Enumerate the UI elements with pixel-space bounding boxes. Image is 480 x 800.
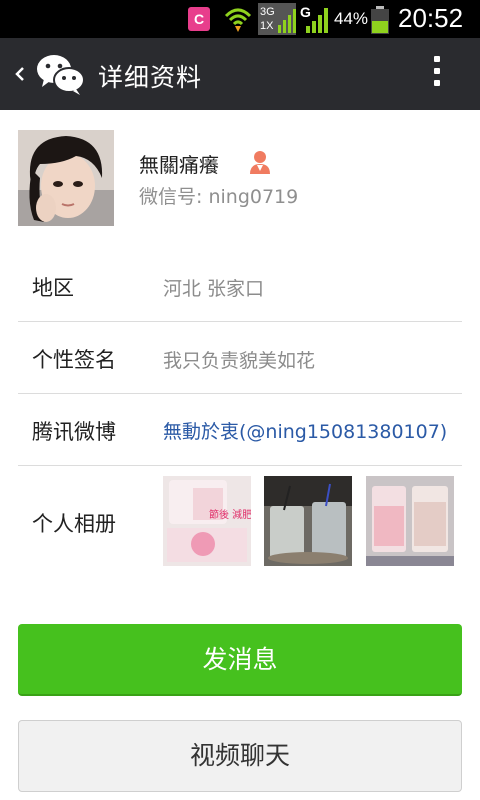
wechat-id-value: ning0719 [208,186,299,208]
signature-label: 个性签名 [32,348,116,372]
wechat-logo-icon [37,55,85,95]
region-label: 地区 [32,276,74,300]
detail-row-weibo[interactable]: 腾讯微博 無動於衷(@ning15081380107) [18,394,462,466]
wifi-icon [224,8,252,32]
svg-text:1X: 1X [260,20,274,32]
battery-icon [371,6,389,34]
female-icon [250,151,270,174]
album-photo-1[interactable]: 節後 減肥 [163,476,251,566]
region-value: 河北 张家口 [163,278,265,300]
profile-name: 無關痛癢 [139,153,219,177]
wechat-id-label: 微信号: [139,186,203,208]
svg-text:G: G [300,4,311,20]
album-photo-1-image: 節後 減肥 [163,476,251,566]
album-label: 个人相册 [32,512,116,536]
svg-text:3G: 3G [260,6,275,18]
back-chevron-icon[interactable] [12,62,28,86]
detail-row-region: 地区 河北 张家口 [18,250,462,322]
wechat-id-line: 微信号: ning0719 [139,182,298,209]
send-message-button[interactable]: 发消息 [18,624,462,696]
more-dot-icon [434,68,440,74]
more-dot-icon [434,80,440,86]
album-photo-2[interactable] [264,476,352,566]
avatar-image [18,130,114,226]
signature-value: 我只负责貌美如花 [163,350,316,372]
album-photo-3[interactable] [366,476,454,566]
detail-row-signature: 个性签名 我只负责貌美如花 [18,322,462,394]
clock: 20:52 [398,3,464,33]
weibo-link[interactable]: 無動於衷(@ning15081380107) [163,417,447,444]
avatar[interactable] [18,130,114,226]
video-chat-button[interactable]: 视频聊天 [18,720,462,792]
battery-percent: 44% [334,9,369,28]
app-notification-icon: C [188,7,210,31]
weibo-label: 腾讯微博 [32,420,116,444]
signal-strength-icon: G [300,4,328,33]
network-3g-icon: 3G 1X [258,3,296,35]
status-bar: C 3G 1X G 44% 20:52 [0,0,480,38]
album-photo-2-image [264,476,352,566]
more-menu-button[interactable] [426,56,448,94]
more-dot-icon [434,56,440,62]
page-title: 详细资料 [98,63,203,92]
title-bar: 详细资料 [0,38,480,110]
album-photo-3-image [366,476,454,566]
album-photo-1-caption: 節後 減肥 [209,508,251,521]
